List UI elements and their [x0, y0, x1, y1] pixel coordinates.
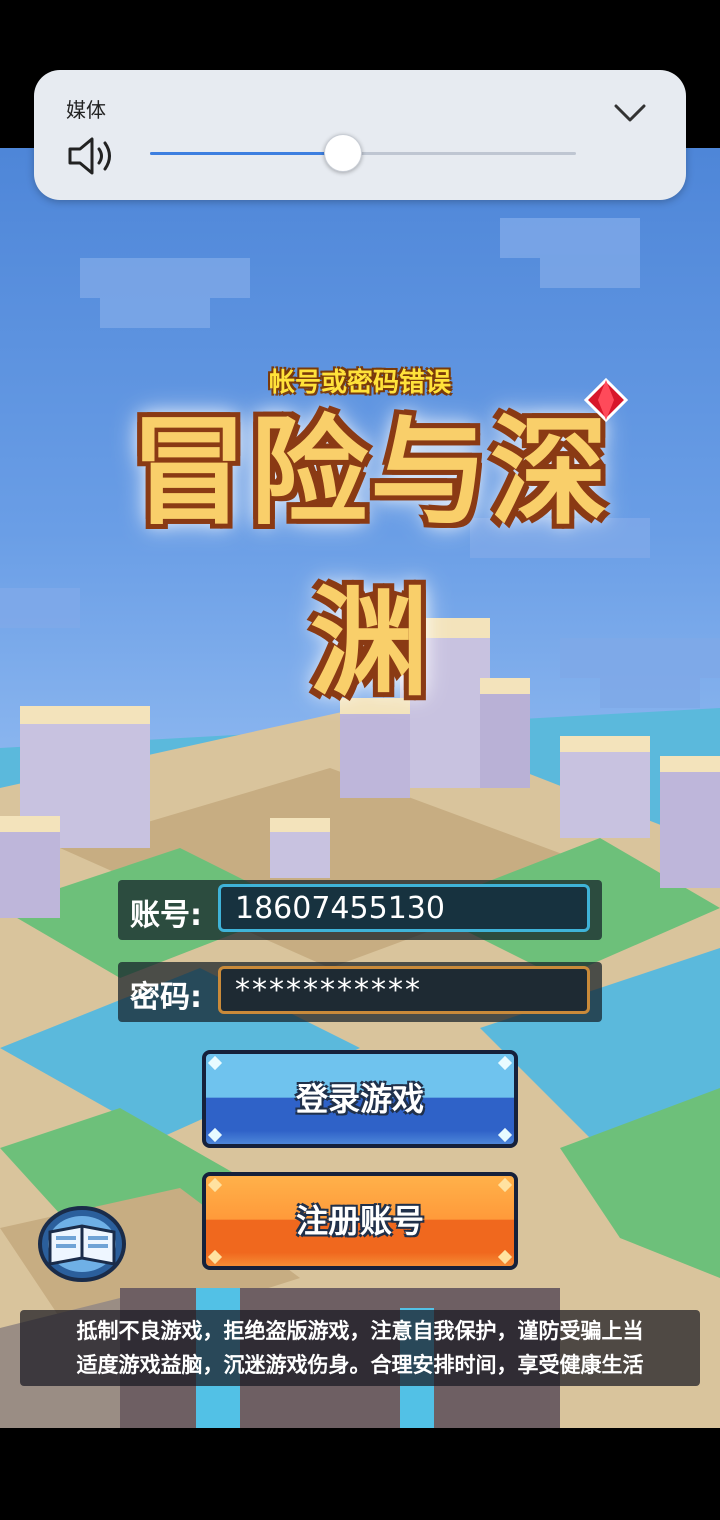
account-input[interactable]: 18607455130 [218, 884, 590, 932]
health-notice-line-2: 适度游戏益脑，沉迷游戏伤身。合理安排时间，享受健康生活 [76, 1353, 644, 1377]
media-volume-panel: 媒体 [34, 70, 686, 200]
volume-slider[interactable] [150, 134, 576, 172]
game-screen[interactable]: 帐号或密码错误 冒险与深渊 账号: 18607455130 密码: ******… [0, 148, 720, 1428]
password-input[interactable]: *********** [218, 966, 590, 1014]
game-logo: 冒险与深渊 [82, 376, 658, 712]
login-button-label: 登录游戏 [295, 1080, 424, 1118]
speaker-icon[interactable] [66, 134, 118, 178]
game-logo-title: 冒险与深渊 [129, 403, 610, 712]
volume-slider-fill [150, 152, 342, 155]
account-label: 账号: [130, 898, 202, 933]
navigation-bar-area [0, 1428, 720, 1520]
login-game-button[interactable]: 登录游戏 [202, 1050, 518, 1148]
chevron-down-icon[interactable] [612, 98, 648, 126]
account-field-row: 账号: 18607455130 [118, 880, 602, 940]
health-notice: 抵制不良游戏，拒绝盗版游戏，注意自我保护，谨防受骗上当 适度游戏益脑，沉迷游戏伤… [20, 1310, 700, 1386]
health-notice-line-1: 抵制不良游戏，拒绝盗版游戏，注意自我保护，谨防受骗上当 [76, 1319, 644, 1343]
register-button-label: 注册账号 [295, 1202, 424, 1240]
book-icon[interactable] [36, 1202, 128, 1282]
password-label: 密码: [130, 980, 202, 1015]
register-account-button[interactable]: 注册账号 [202, 1172, 518, 1270]
volume-slider-thumb[interactable] [323, 134, 362, 172]
volume-panel-title: 媒体 [66, 98, 106, 122]
ruby-gem-icon [584, 378, 628, 422]
password-field-row: 密码: *********** [118, 962, 602, 1022]
